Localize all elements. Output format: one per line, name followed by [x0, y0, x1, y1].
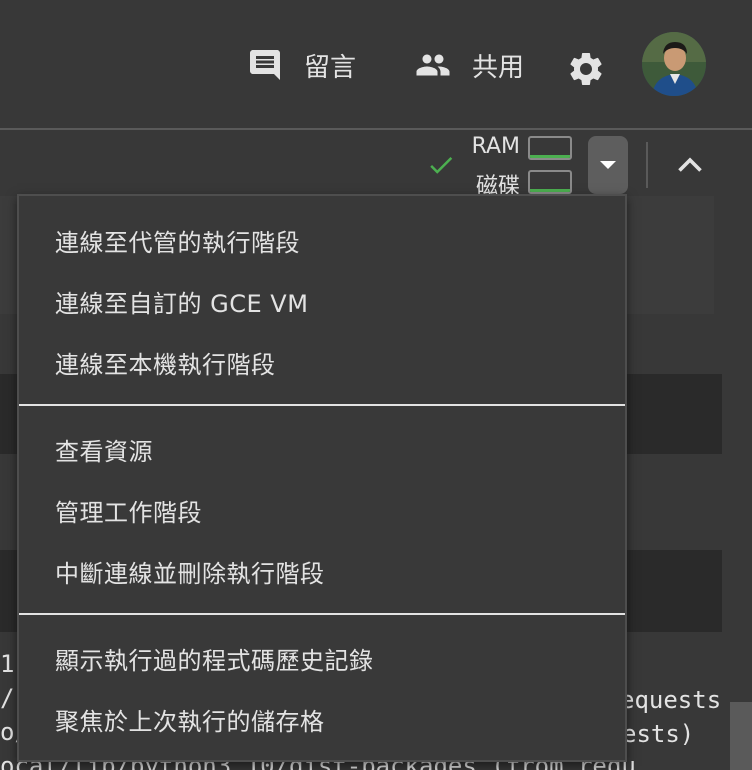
gear-icon: [566, 49, 606, 89]
menu-item-executed-code-history[interactable]: 顯示執行過的程式碼歷史記錄: [19, 632, 625, 684]
code-line: ests): [622, 720, 695, 748]
code-line: equests: [620, 686, 722, 714]
menu-divider: [19, 404, 625, 406]
collapse-button[interactable]: [672, 148, 708, 188]
menu-divider: [19, 613, 625, 615]
people-icon: [412, 47, 454, 83]
runtime-dropdown-button[interactable]: [588, 136, 628, 194]
ram-usage-bar[interactable]: [528, 136, 572, 160]
top-header: 留言 共用: [0, 0, 752, 128]
avatar[interactable]: [642, 32, 706, 96]
disk-usage-bar[interactable]: [528, 170, 572, 194]
runtime-toolbar: [0, 130, 752, 202]
menu-item-disconnect-delete[interactable]: 中斷連線並刪除執行階段: [19, 545, 625, 597]
share-label: 共用: [472, 52, 525, 83]
caret-down-icon: [598, 156, 618, 175]
chevron-up-icon: [672, 157, 708, 188]
comment-label: 留言: [304, 52, 357, 83]
runtime-menu: 連線至代管的執行階段 連線至自訂的 GCE VM 連線至本機執行階段 查看資源 …: [17, 194, 627, 762]
scrollbar[interactable]: [730, 702, 752, 770]
menu-item-view-resources[interactable]: 查看資源: [19, 423, 625, 475]
menu-item-connect-hosted[interactable]: 連線至代管的執行階段: [19, 214, 625, 266]
menu-item-connect-gce-vm[interactable]: 連線至自訂的 GCE VM: [19, 275, 625, 327]
toolbar-divider: [646, 142, 648, 188]
menu-item-connect-local[interactable]: 連線至本機執行階段: [19, 336, 625, 388]
share-button[interactable]: 共用: [412, 40, 524, 90]
comment-icon: [246, 47, 284, 83]
menu-item-manage-sessions[interactable]: 管理工作階段: [19, 484, 625, 536]
menu-item-focus-last-cell[interactable]: 聚焦於上次執行的儲存格: [19, 693, 625, 745]
settings-button[interactable]: [566, 44, 606, 94]
check-icon: [424, 150, 458, 184]
comment-button[interactable]: 留言: [246, 40, 356, 90]
ram-label: RAM: [471, 134, 520, 159]
